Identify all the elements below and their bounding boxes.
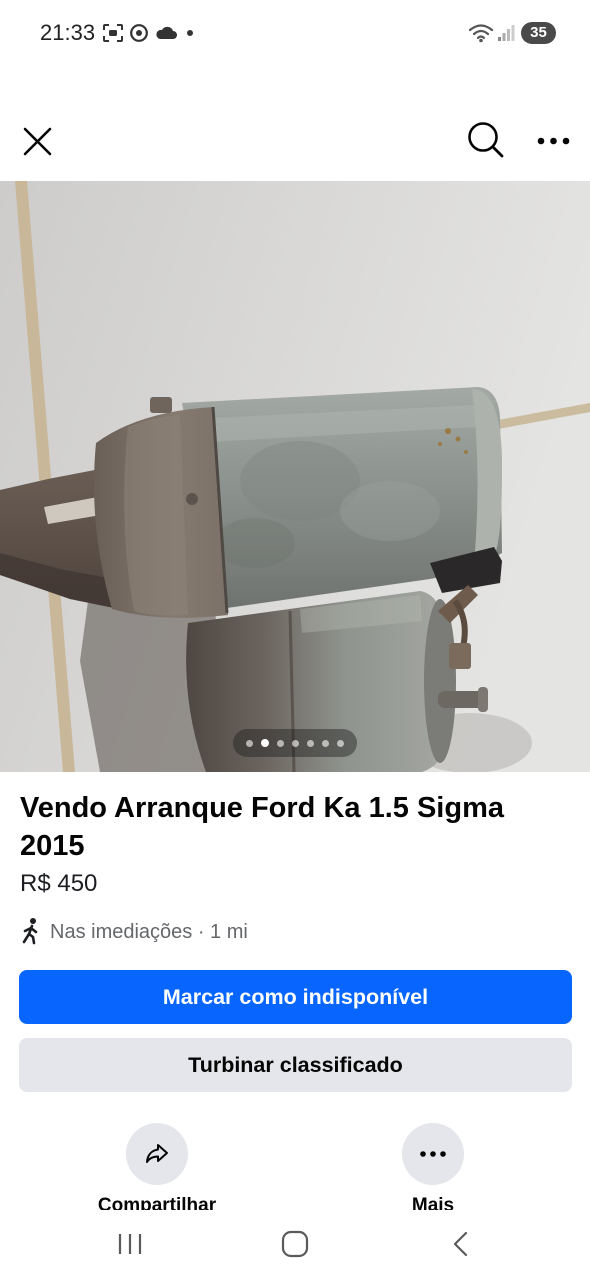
system-navigation-bar — [0, 1210, 590, 1280]
chrome-icon — [130, 24, 148, 42]
mark-unavailable-button[interactable]: Marcar como indisponível — [19, 970, 572, 1024]
search-icon — [468, 122, 504, 158]
close-button[interactable] — [18, 122, 56, 160]
flange-tab — [150, 397, 172, 413]
pagination-dot — [322, 739, 329, 747]
search-button[interactable] — [466, 120, 506, 160]
more-button[interactable] — [402, 1123, 464, 1185]
screenshot-icon — [103, 24, 123, 42]
listing-price: R$ 450 — [20, 870, 98, 897]
housing-texture — [340, 481, 440, 541]
share-icon — [146, 1144, 168, 1163]
rust-spot — [464, 450, 468, 454]
close-icon — [23, 127, 52, 156]
listing-title: Vendo Arranque Ford Ka 1.5 Sigma 2015 — [20, 792, 504, 862]
back-icon — [453, 1231, 468, 1257]
terminal-bolt-tip — [478, 687, 488, 712]
back-button[interactable] — [450, 1230, 470, 1258]
status-time: 21:33 — [40, 20, 96, 45]
more-options-button[interactable] — [536, 134, 572, 148]
flange-ring — [124, 415, 188, 616]
solenoid-end-cap — [424, 599, 456, 763]
photo-pagination — [233, 729, 357, 757]
pagination-dot — [277, 739, 284, 747]
share-action: Compartilhar — [97, 1123, 217, 1223]
battery-icon: 35 — [521, 22, 556, 44]
walking-person-icon — [22, 918, 38, 945]
cloud-icon — [156, 26, 177, 39]
listing-location: Nas imediações · 1 mi — [50, 921, 248, 943]
home-button[interactable] — [281, 1230, 309, 1258]
more-action: Mais — [373, 1123, 493, 1223]
notification-dot-icon — [187, 30, 193, 36]
pagination-dot — [292, 739, 299, 747]
rust-spot — [455, 436, 461, 442]
flange-bolt — [186, 493, 198, 505]
recent-apps-icon — [118, 1234, 142, 1254]
listing-photo — [0, 181, 590, 772]
rust-spot — [445, 428, 451, 434]
share-button[interactable] — [126, 1123, 188, 1185]
home-icon — [281, 1230, 309, 1258]
housing-texture — [215, 518, 295, 568]
wifi-icon — [468, 24, 494, 43]
status-bar: 21:33 35 — [0, 0, 590, 64]
listing-photo-gallery[interactable] — [0, 181, 590, 772]
recent-apps-button[interactable] — [116, 1231, 144, 1257]
pagination-dot — [307, 739, 314, 747]
boost-listing-button[interactable]: Turbinar classificado — [19, 1038, 572, 1092]
terminal-nut — [449, 643, 471, 669]
more-options-icon — [537, 137, 570, 145]
pagination-dot — [337, 739, 344, 747]
rust-spot — [438, 442, 442, 446]
more-icon — [420, 1151, 446, 1157]
pagination-dot — [246, 739, 253, 747]
signal-icon — [498, 25, 515, 41]
pagination-dot-active — [261, 739, 269, 747]
